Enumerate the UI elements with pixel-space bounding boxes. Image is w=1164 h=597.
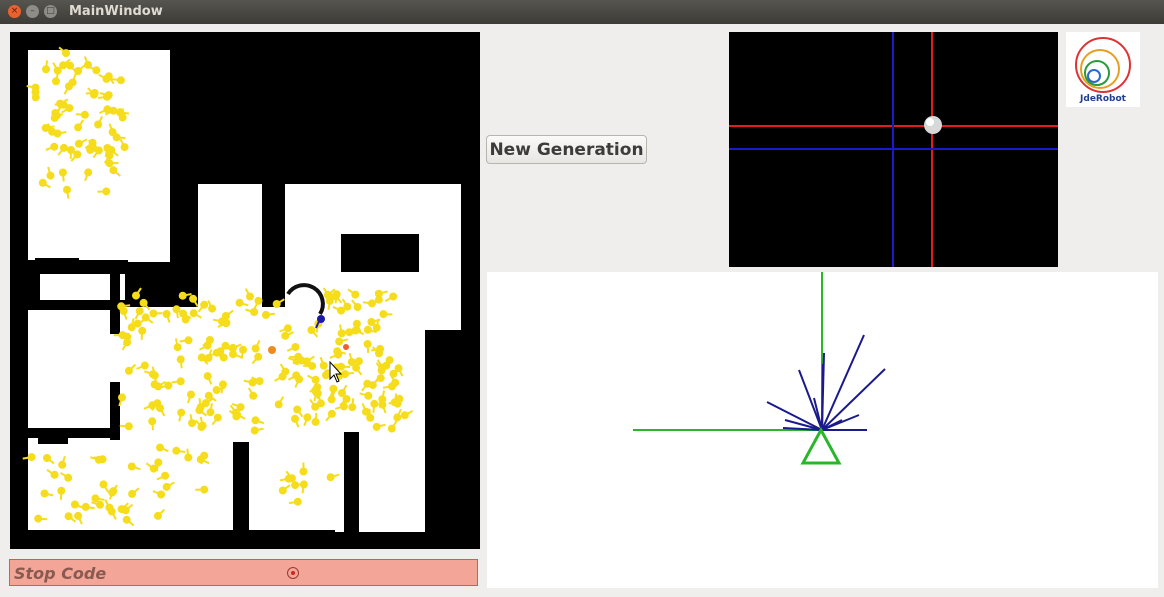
particle-heading [85,505,95,510]
laser-rays [766,334,886,431]
particle-heading [372,403,376,413]
particle-heading [85,91,95,95]
particle-heading [97,95,108,99]
logo-text: JdeRobot [1080,94,1126,104]
particle-heading [265,312,276,316]
laser-view [487,272,1158,588]
particle-heading [362,301,373,305]
particle-heading [294,482,305,487]
particle-heading [366,343,370,354]
minimize-icon[interactable]: – [26,5,39,18]
particle-heading [198,398,202,408]
particle-heading [382,385,393,389]
particle-heading [179,359,183,369]
map-view[interactable] [10,32,480,549]
particle-heading [151,421,154,431]
particle-heading [140,330,144,340]
particle-heading [327,300,331,310]
particle-heading [61,172,65,182]
particle-heading [301,484,305,494]
map-canvas [10,46,480,532]
particle-heading [209,403,213,413]
particle-heading [116,136,126,140]
laser-ray [821,368,886,431]
particle-heading [119,111,130,115]
particle-heading [179,339,189,343]
robot-triangle [800,426,842,465]
particle-heading [45,60,49,70]
maximize-icon[interactable]: □ [44,5,57,18]
particle-heading [38,517,48,521]
camera-canvas [729,32,1058,267]
laser-ray [821,363,824,431]
particle-heading [171,380,181,384]
tracked-ball-highlight [926,118,934,126]
particle-heading [66,189,70,199]
particle-heading [75,113,85,116]
particle [120,143,129,152]
robot-position-dot [317,315,325,323]
jderobot-logo: JdeRobot [1066,32,1140,107]
laser-canvas [633,272,886,465]
close-icon[interactable]: × [8,5,21,18]
particle-heading [111,78,122,82]
logo-rings [1075,37,1131,93]
stop-code-label: Stop Code [14,564,107,583]
particle-heading [240,349,244,359]
particle-heading [344,371,355,376]
record-dot-icon [287,567,299,579]
particle-heading [334,294,338,304]
particle-heading [119,424,129,428]
estimate-marker [343,344,349,350]
particle-heading [121,304,131,308]
new-generation-button[interactable]: New Generation [486,135,647,164]
window-title: MainWindow [69,4,163,19]
particle-heading [186,448,190,458]
particle [92,66,101,75]
particle-heading [351,398,355,408]
stop-code-button[interactable]: Stop Code [9,559,478,586]
particle-heading [314,412,318,422]
best-particle-marker [268,346,276,354]
particle-heading [176,449,186,453]
camera-view [729,32,1058,267]
title-bar: × – □ MainWindow [0,0,1164,24]
tracked-ball [924,116,942,134]
